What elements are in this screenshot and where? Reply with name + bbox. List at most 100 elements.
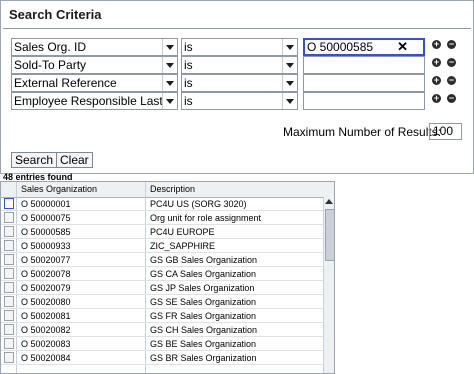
operator-select[interactable]: is [181, 92, 298, 110]
scroll-up-icon[interactable] [325, 199, 333, 204]
row-selector[interactable] [4, 198, 14, 209]
value-input[interactable]: O 50000585 ✕ [303, 38, 425, 56]
operator-select-value: is [184, 40, 193, 54]
cell-sales-organization[interactable]: O 50020081 [21, 311, 71, 321]
panel-title: Search Criteria [9, 7, 102, 22]
operator-select[interactable]: is [181, 38, 298, 56]
max-results-label: Maximum Number of Results: [283, 125, 442, 139]
operator-select[interactable]: is [181, 74, 298, 92]
table-row[interactable]: O 50020084 GS BR Sales Organization [1, 351, 323, 365]
add-row-icon[interactable]: + [432, 58, 441, 67]
row-selector[interactable] [4, 268, 14, 279]
clear-button[interactable]: Clear [56, 152, 93, 168]
cell-sales-organization[interactable]: O 50020079 [21, 283, 71, 293]
row-selector[interactable] [4, 240, 14, 251]
row-selector[interactable] [4, 254, 14, 265]
table-row[interactable]: O 50020081 GS FR Sales Organization [1, 309, 323, 323]
max-results-input[interactable]: 100 [429, 123, 462, 140]
field-select-value: Sold-To Party [14, 58, 87, 72]
table-row[interactable]: O 50020080 GS SE Sales Organization [1, 295, 323, 309]
value-input[interactable] [303, 74, 425, 92]
field-select-value: External Reference [14, 76, 117, 90]
field-select[interactable]: Employee Responsible Last Na [11, 92, 178, 110]
cell-description: ZIC_SAPPHIRE [150, 241, 216, 251]
row-selector[interactable] [4, 226, 14, 237]
cell-sales-organization[interactable]: O 50020083 [21, 339, 71, 349]
table-row[interactable]: O 50020078 GS CA Sales Organization [1, 267, 323, 281]
field-select[interactable]: Sales Org. ID [11, 38, 178, 56]
remove-row-icon[interactable]: − [447, 76, 456, 85]
table-row[interactable]: O 50020082 GS CH Sales Organization [1, 323, 323, 337]
cell-description: GS CA Sales Organization [150, 269, 257, 279]
cell-sales-organization[interactable]: O 50000075 [21, 213, 71, 223]
search-button[interactable]: Search [11, 152, 58, 168]
field-select[interactable]: Sold-To Party [11, 56, 178, 74]
value-input[interactable] [303, 56, 425, 74]
cell-sales-organization[interactable]: O 50020084 [21, 353, 71, 363]
cell-sales-organization[interactable]: O 50000933 [21, 241, 71, 251]
row-selector[interactable] [4, 212, 14, 223]
chevron-down-icon[interactable] [282, 57, 297, 73]
cell-description: Org unit for role assignment [150, 213, 262, 223]
results-table: Sales Organization Description O 5000000… [0, 181, 335, 374]
operator-select-value: is [184, 58, 193, 72]
operator-select-value: is [184, 94, 193, 108]
row-selector[interactable] [4, 338, 14, 349]
row-selector[interactable] [4, 296, 14, 307]
cell-description: GS FR Sales Organization [150, 311, 257, 321]
row-selector[interactable] [4, 352, 14, 363]
cell-description: GS BR Sales Organization [150, 353, 257, 363]
table-row[interactable]: O 50000001 PC4U US (SORG 3020) [1, 197, 323, 211]
cell-sales-organization[interactable]: O 50020078 [21, 269, 71, 279]
title-divider [3, 28, 471, 29]
row-selector[interactable] [4, 324, 14, 335]
table-header: Sales Organization Description [1, 182, 334, 198]
value-input[interactable] [303, 92, 425, 110]
table-row[interactable]: O 50000075 Org unit for role assignment [1, 211, 323, 225]
row-selector[interactable] [4, 310, 14, 321]
chevron-down-icon[interactable] [162, 57, 177, 73]
chevron-down-icon[interactable] [162, 39, 177, 55]
row-selector[interactable] [4, 282, 14, 293]
remove-row-icon[interactable]: − [447, 40, 456, 49]
cell-description: GS JP Sales Organization [150, 283, 255, 293]
value-input-text: O 50000585 [307, 40, 374, 54]
cell-sales-organization[interactable]: O 50000001 [21, 199, 71, 209]
cell-sales-organization[interactable]: O 50000585 [21, 227, 71, 237]
operator-select[interactable]: is [181, 56, 298, 74]
chevron-down-icon[interactable] [282, 93, 297, 109]
remove-row-icon[interactable]: − [447, 94, 456, 103]
cell-sales-organization[interactable]: O 50020082 [21, 325, 71, 335]
table-row[interactable]: O 50020079 GS JP Sales Organization [1, 281, 323, 295]
table-row[interactable]: O 50000585 PC4U EUROPE [1, 225, 323, 239]
cell-sales-organization[interactable]: O 50020077 [21, 255, 71, 265]
cell-sales-organization[interactable]: O 50020080 [21, 297, 71, 307]
cell-description: GS BE Sales Organization [150, 339, 257, 349]
cell-description: GS CH Sales Organization [150, 325, 258, 335]
cell-description: PC4U US (SORG 3020) [150, 199, 247, 209]
table-row[interactable]: O 50020083 GS BE Sales Organization [1, 337, 323, 351]
cell-description: PC4U EUROPE [150, 227, 215, 237]
field-select-value: Sales Org. ID [14, 40, 87, 54]
chevron-down-icon[interactable] [282, 75, 297, 91]
table-row[interactable]: O 50000933 ZIC_SAPPHIRE [1, 239, 323, 253]
clear-value-icon[interactable]: ✕ [397, 40, 408, 54]
add-row-icon[interactable]: + [432, 94, 441, 103]
cell-description: GS GB Sales Organization [150, 255, 258, 265]
field-select[interactable]: External Reference [11, 74, 178, 92]
chevron-down-icon[interactable] [162, 75, 177, 91]
field-select-value: Employee Responsible Last Na [14, 94, 178, 108]
column-header-description[interactable]: Description [150, 184, 195, 194]
chevron-down-icon[interactable] [162, 93, 177, 109]
operator-select-value: is [184, 76, 193, 90]
add-row-icon[interactable]: + [432, 76, 441, 85]
column-header-sales-organization[interactable]: Sales Organization [21, 184, 97, 194]
scroll-thumb[interactable] [325, 209, 334, 261]
search-criteria-panel: Search Criteria Sales Org. ID is O 50000… [0, 0, 474, 174]
vertical-scrollbar[interactable] [323, 197, 334, 373]
chevron-down-icon[interactable] [282, 39, 297, 55]
table-row[interactable]: O 50020077 GS GB Sales Organization [1, 253, 323, 267]
remove-row-icon[interactable]: − [447, 58, 456, 67]
cell-description: GS SE Sales Organization [150, 297, 257, 307]
add-row-icon[interactable]: + [432, 40, 441, 49]
